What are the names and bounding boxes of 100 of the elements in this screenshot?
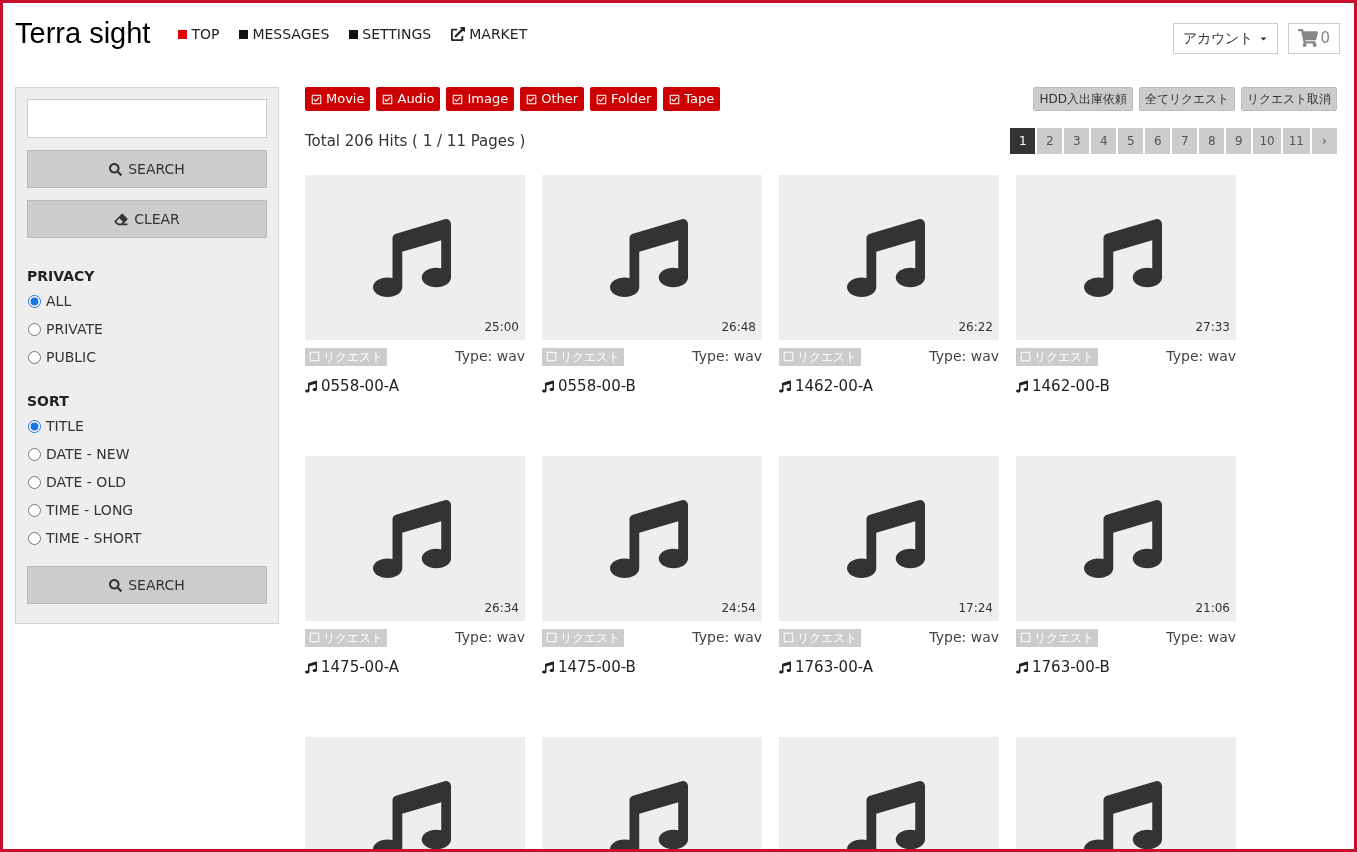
radio-button[interactable]: [28, 503, 41, 517]
action-button[interactable]: 全てリクエスト: [1139, 87, 1235, 111]
square-bullet-icon: [239, 29, 249, 39]
duration: 26:48: [721, 319, 756, 336]
filter-chip[interactable]: Tape: [663, 87, 721, 111]
music-note-icon: [542, 379, 554, 393]
item-title[interactable]: 1462-00-A: [795, 375, 874, 398]
file-type: Type: wav: [929, 347, 999, 366]
nav-link[interactable]: MESSAGES: [239, 23, 330, 45]
checkbox-icon: [783, 351, 794, 362]
radio-label: ALL: [46, 291, 72, 311]
item-title[interactable]: 0558-00-A: [321, 375, 400, 398]
thumbnail[interactable]: 21:06: [1016, 456, 1236, 621]
page-button[interactable]: 11: [1282, 128, 1310, 154]
filter-chip[interactable]: Image: [446, 87, 515, 111]
thumbnail[interactable]: 26:22: [779, 175, 999, 340]
music-note-icon: [847, 216, 925, 299]
duration: 24:54: [721, 600, 756, 617]
file-type: Type: wav: [1166, 347, 1236, 366]
item-title[interactable]: 1475-00-A: [321, 656, 400, 679]
square-bullet-icon: [178, 29, 188, 39]
radio-button[interactable]: [28, 447, 41, 461]
site-title[interactable]: Terra sight: [15, 12, 151, 56]
music-note-icon: [610, 497, 688, 580]
cart-button[interactable]: 0: [1288, 22, 1340, 54]
music-note-icon: [373, 497, 451, 580]
radio-button[interactable]: [28, 350, 41, 364]
music-note-icon: [847, 497, 925, 580]
checkbox-icon: [596, 93, 608, 105]
filter-chip[interactable]: Folder: [590, 87, 658, 111]
item-title[interactable]: 1763-00-A: [795, 656, 874, 679]
checkbox-icon: [452, 93, 464, 105]
radio-button[interactable]: [28, 294, 41, 308]
thumbnail[interactable]: 24:54: [542, 456, 762, 621]
nav-link[interactable]: TOP: [178, 23, 220, 45]
item-title[interactable]: 1475-00-B: [558, 656, 636, 679]
page-button[interactable]: 5: [1118, 128, 1144, 154]
music-note-icon: [1084, 778, 1162, 849]
group-heading: PRIVACY: [27, 267, 96, 286]
page-button[interactable]: 2: [1037, 128, 1063, 154]
action-button[interactable]: リクエスト取消: [1241, 87, 1337, 111]
page-button[interactable]: 10: [1253, 128, 1281, 154]
duration: 17:24: [958, 600, 993, 617]
page-button[interactable]: 1: [1010, 128, 1036, 154]
thumbnail[interactable]: 25:00: [305, 175, 525, 340]
music-note-icon: [610, 216, 688, 299]
hits-summary: Total 206 Hits ( 1 / 11 Pages ): [305, 130, 526, 152]
nav-link[interactable]: SETTINGS: [349, 23, 432, 45]
music-note-icon: [373, 216, 451, 299]
filter-chip[interactable]: Audio: [376, 87, 441, 111]
file-type: Type: wav: [692, 347, 762, 366]
music-note-icon: [1016, 660, 1028, 674]
radio-label: DATE - OLD: [46, 472, 126, 492]
file-type: Type: wav: [455, 628, 525, 647]
radio-label: PUBLIC: [46, 347, 96, 367]
account-dropdown[interactable]: アカウント: [1173, 22, 1279, 54]
page-button[interactable]: 8: [1199, 128, 1225, 154]
search-icon: [109, 162, 123, 176]
radio-label: TITLE: [46, 416, 84, 436]
file-type: Type: wav: [455, 347, 525, 366]
radio-button[interactable]: [28, 322, 41, 336]
checkbox-icon: [1020, 351, 1031, 362]
item-title[interactable]: 0558-00-B: [558, 375, 636, 398]
thumbnail[interactable]: 17:24: [779, 456, 999, 621]
page-button[interactable]: 7: [1172, 128, 1198, 154]
radio-label: TIME - SHORT: [46, 528, 142, 548]
music-note-icon: [305, 379, 317, 393]
checkbox-icon: [309, 351, 320, 362]
music-note-icon: [542, 660, 554, 674]
page-button[interactable]: 4: [1091, 128, 1117, 154]
radio-label: PRIVATE: [46, 319, 103, 339]
item-title[interactable]: 1763-00-B: [1032, 656, 1110, 679]
action-button[interactable]: HDD入出庫依頼: [1033, 87, 1133, 111]
thumbnail[interactable]: 26:48: [542, 175, 762, 340]
thumbnail[interactable]: 26:34: [305, 456, 525, 621]
search-button[interactable]: SEARCH: [27, 566, 267, 604]
nav-link[interactable]: MARKET: [451, 23, 528, 45]
music-note-icon: [1084, 216, 1162, 299]
page-button[interactable]: 6: [1145, 128, 1171, 154]
thumbnail[interactable]: 27:33: [1016, 175, 1236, 340]
filter-chip[interactable]: Movie: [305, 87, 371, 111]
duration: 26:22: [958, 319, 993, 336]
clear-button[interactable]: CLEAR: [27, 200, 267, 238]
music-note-icon: [610, 778, 688, 849]
search-button[interactable]: SEARCH: [27, 150, 267, 188]
radio-label: DATE - NEW: [46, 444, 130, 464]
file-type: Type: wav: [692, 628, 762, 647]
radio-button[interactable]: [28, 419, 41, 433]
duration: 21:06: [1195, 600, 1230, 617]
page-button[interactable]: ›: [1312, 128, 1337, 154]
radio-button[interactable]: [28, 531, 41, 545]
page-button[interactable]: 9: [1226, 128, 1252, 154]
search-field[interactable]: [27, 99, 267, 138]
music-note-icon: [305, 660, 317, 674]
music-note-icon: [373, 778, 451, 849]
radio-button[interactable]: [28, 475, 41, 489]
file-type: Type: wav: [929, 628, 999, 647]
item-title[interactable]: 1462-00-B: [1032, 375, 1110, 398]
filter-chip[interactable]: Other: [520, 87, 585, 111]
page-button[interactable]: 3: [1064, 128, 1090, 154]
